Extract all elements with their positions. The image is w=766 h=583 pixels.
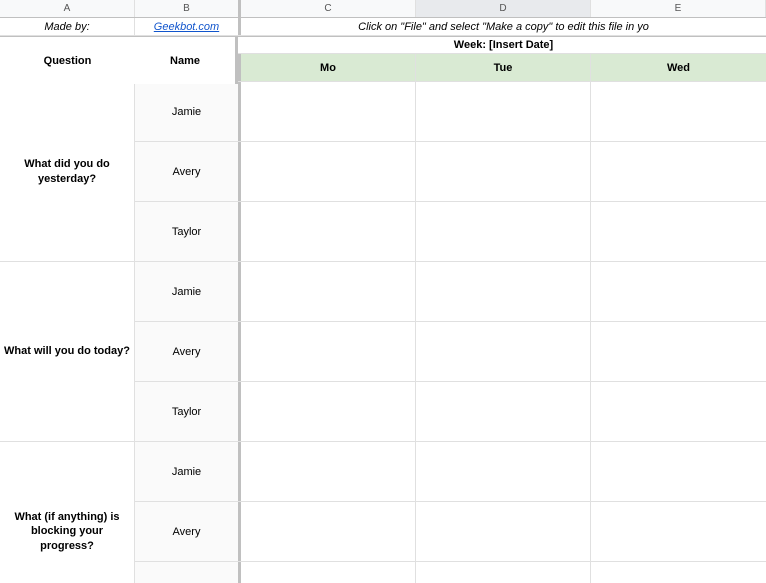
- cell-q1-jamie-tue[interactable]: [416, 82, 591, 141]
- name-taylor-2[interactable]: Taylor: [135, 382, 241, 441]
- col-header-b[interactable]: B: [135, 0, 241, 17]
- col-header-d[interactable]: D: [416, 0, 591, 17]
- name-jamie-3[interactable]: Jamie: [135, 442, 241, 501]
- spreadsheet: A B C D E Made by: Geekbot.com Click on …: [0, 0, 766, 583]
- question-1[interactable]: What did you do yesterday?: [0, 82, 135, 262]
- cell-q2-avery-tue[interactable]: [416, 322, 591, 381]
- made-by-label[interactable]: Made by:: [0, 18, 135, 35]
- cell-q2-jamie-mo[interactable]: [241, 262, 416, 321]
- question-2[interactable]: What will you do today?: [0, 262, 135, 442]
- row-week: Question Name Week: [Insert Date]: [0, 36, 766, 54]
- cell-q3-jamie-tue[interactable]: [416, 442, 591, 501]
- grid-body: Made by: Geekbot.com Click on "File" and…: [0, 18, 766, 583]
- question-block-3: What (if anything) is blocking your prog…: [0, 442, 766, 583]
- cell-q3-avery-mo[interactable]: [241, 502, 416, 561]
- cell-q1-avery-mo[interactable]: [241, 142, 416, 201]
- cell-q1-avery-wed[interactable]: [591, 142, 766, 201]
- made-by-link-cell[interactable]: Geekbot.com: [135, 18, 241, 35]
- cell-q2-taylor-wed[interactable]: [591, 382, 766, 441]
- cell-q2-taylor-mo[interactable]: [241, 382, 416, 441]
- cell-q3-taylor-tue[interactable]: [416, 562, 591, 583]
- instruction-cell[interactable]: Click on "File" and select "Make a copy"…: [241, 18, 766, 35]
- day-wed[interactable]: Wed: [591, 54, 766, 81]
- cell-q2-jamie-wed[interactable]: [591, 262, 766, 321]
- question-header[interactable]: Question: [0, 37, 135, 84]
- cell-q3-avery-wed[interactable]: [591, 502, 766, 561]
- col-header-a[interactable]: A: [0, 0, 135, 17]
- cell-q1-taylor-wed[interactable]: [591, 202, 766, 261]
- geekbot-link[interactable]: Geekbot.com: [154, 21, 219, 33]
- question-block-1: What did you do yesterday? Jamie Avery T…: [0, 82, 766, 262]
- cell-q3-taylor-mo[interactable]: [241, 562, 416, 583]
- cell-q2-taylor-tue[interactable]: [416, 382, 591, 441]
- name-header[interactable]: Name: [135, 37, 238, 84]
- question-3[interactable]: What (if anything) is blocking your prog…: [0, 442, 135, 583]
- cell-q2-jamie-tue[interactable]: [416, 262, 591, 321]
- row-made-by: Made by: Geekbot.com Click on "File" and…: [0, 18, 766, 36]
- name-avery-3[interactable]: Avery: [135, 502, 241, 561]
- cell-q3-jamie-mo[interactable]: [241, 442, 416, 501]
- day-tue[interactable]: Tue: [416, 54, 591, 81]
- cell-q2-avery-mo[interactable]: [241, 322, 416, 381]
- column-header-row: A B C D E: [0, 0, 766, 18]
- col-header-c[interactable]: C: [241, 0, 416, 17]
- name-taylor-3[interactable]: Taylor: [135, 562, 241, 583]
- name-jamie-1[interactable]: Jamie: [135, 82, 241, 141]
- cell-q1-avery-tue[interactable]: [416, 142, 591, 201]
- cell-q1-taylor-tue[interactable]: [416, 202, 591, 261]
- col-header-e[interactable]: E: [591, 0, 766, 17]
- cell-q1-taylor-mo[interactable]: [241, 202, 416, 261]
- question-block-2: What will you do today? Jamie Avery Tayl…: [0, 262, 766, 442]
- name-taylor-1[interactable]: Taylor: [135, 202, 241, 261]
- cell-q1-jamie-wed[interactable]: [591, 82, 766, 141]
- week-label[interactable]: Week: [Insert Date]: [241, 37, 766, 53]
- cell-q2-avery-wed[interactable]: [591, 322, 766, 381]
- cell-q3-jamie-wed[interactable]: [591, 442, 766, 501]
- name-avery-1[interactable]: Avery: [135, 142, 241, 201]
- cell-q3-avery-tue[interactable]: [416, 502, 591, 561]
- day-mo[interactable]: Mo: [241, 54, 416, 81]
- cell-q1-jamie-mo[interactable]: [241, 82, 416, 141]
- name-avery-2[interactable]: Avery: [135, 322, 241, 381]
- name-jamie-2[interactable]: Jamie: [135, 262, 241, 321]
- cell-q3-taylor-wed[interactable]: [591, 562, 766, 583]
